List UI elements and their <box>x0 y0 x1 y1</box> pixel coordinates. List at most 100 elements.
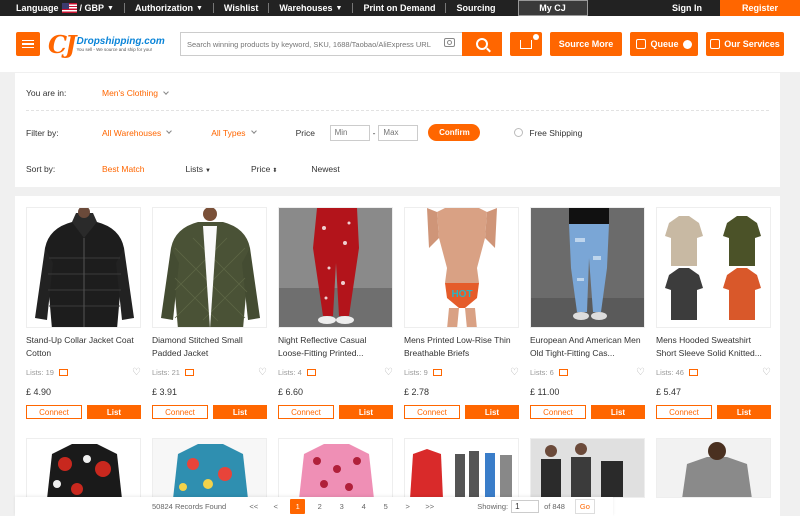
camera-icon[interactable] <box>444 38 455 47</box>
connect-button[interactable]: Connect <box>26 405 82 419</box>
heart-icon[interactable]: ♡ <box>510 367 519 378</box>
product-name[interactable]: Stand-Up Collar Jacket Coat Cotton <box>26 334 141 360</box>
price-max-input[interactable] <box>378 124 419 141</box>
product-price: £ 3.91 <box>152 387 178 397</box>
product-name[interactable]: Mens Hooded Sweatshirt Short Sleeve Soli… <box>656 334 771 360</box>
search-button[interactable] <box>462 32 502 56</box>
heart-icon[interactable]: ♡ <box>258 367 267 378</box>
product-image[interactable] <box>404 438 519 498</box>
store-icon <box>184 369 194 376</box>
authorization-menu[interactable]: Authorization ▼ <box>125 0 213 16</box>
product-name[interactable]: European And American Men Old Tight-Fitt… <box>530 334 645 360</box>
product-price: £ 11.00 <box>530 387 560 397</box>
product-card[interactable]: HOT Mens Printed Low-Rise Thin Breathabl… <box>404 207 519 419</box>
sort-price[interactable]: Price ⬍ <box>251 164 277 174</box>
price-min-input[interactable] <box>329 124 370 141</box>
free-shipping-option[interactable]: Free Shipping <box>514 128 582 138</box>
product-image[interactable] <box>656 207 771 328</box>
list-button[interactable]: List <box>87 405 141 419</box>
logo[interactable]: CJ Dropshipping.com You sell - We source… <box>48 30 180 59</box>
product-image[interactable] <box>530 438 645 498</box>
heart-icon[interactable]: ♡ <box>762 367 771 378</box>
showing-label: Showing: <box>477 502 509 511</box>
cart-button[interactable] <box>510 32 542 56</box>
list-button[interactable]: List <box>591 405 645 419</box>
sort-lists-label: Lists <box>185 164 204 174</box>
heart-icon[interactable]: ♡ <box>636 367 645 378</box>
product-name[interactable]: Mens Printed Low-Rise Thin Breathable Br… <box>404 334 519 360</box>
product-image[interactable] <box>656 438 771 498</box>
warehouses-dropdown[interactable]: All Warehouses <box>102 128 161 138</box>
last-page-button[interactable]: >> <box>422 499 437 514</box>
chevron-down-icon <box>163 88 169 95</box>
product-card[interactable]: Stand-Up Collar Jacket Coat Cotton Lists… <box>26 207 141 419</box>
free-shipping-radio[interactable] <box>514 128 524 137</box>
print-on-demand-link[interactable]: Print on Demand <box>353 0 445 16</box>
language-menu[interactable]: Language / GBP ▼ <box>0 0 124 16</box>
product-image[interactable] <box>530 207 645 328</box>
product-price: £ 4.90 <box>26 387 52 397</box>
page-4[interactable]: 4 <box>356 499 371 514</box>
product-name[interactable]: Night Reflective Casual Loose-Fitting Pr… <box>278 334 393 360</box>
queue-button[interactable]: Queue <box>630 32 698 56</box>
list-button[interactable]: List <box>339 405 393 419</box>
category-dropdown[interactable]: Men's Clothing <box>102 88 158 98</box>
product-image[interactable] <box>152 207 267 328</box>
records-found: 50824 Records Found <box>152 502 227 511</box>
heart-icon[interactable]: ♡ <box>384 367 393 378</box>
connect-button[interactable]: Connect <box>278 405 334 419</box>
go-button[interactable]: Go <box>574 499 595 514</box>
sort-lists[interactable]: Lists ▼ <box>186 164 211 174</box>
connect-button[interactable]: Connect <box>656 405 712 419</box>
page-5[interactable]: 5 <box>378 499 393 514</box>
product-image[interactable] <box>26 207 141 328</box>
page-2[interactable]: 2 <box>312 499 327 514</box>
product-card[interactable]: Mens Hooded Sweatshirt Short Sleeve Soli… <box>656 207 771 419</box>
first-page-button[interactable]: << <box>246 499 261 514</box>
sort-newest[interactable]: Newest <box>311 164 339 174</box>
product-image[interactable] <box>278 438 393 498</box>
source-more-button[interactable]: Source More <box>550 32 622 56</box>
search-input[interactable] <box>180 32 462 56</box>
sourcing-link[interactable]: Sourcing <box>446 0 505 16</box>
page-3[interactable]: 3 <box>334 499 349 514</box>
our-services-button[interactable]: Our Services <box>706 32 784 56</box>
total-pages: of 848 <box>544 502 565 511</box>
product-card[interactable]: Night Reflective Casual Loose-Fitting Pr… <box>278 207 393 419</box>
product-image[interactable] <box>278 207 393 328</box>
product-lists-count: Lists: 21 <box>152 368 180 377</box>
types-dropdown[interactable]: All Types <box>211 128 245 138</box>
next-page-button[interactable]: > <box>400 499 415 514</box>
logo-name: Dropshipping.com <box>76 36 165 47</box>
sort-best-match[interactable]: Best Match <box>102 164 145 174</box>
product-card[interactable]: Diamond Stitched Small Padded Jacket Lis… <box>152 207 267 419</box>
product-name[interactable]: Diamond Stitched Small Padded Jacket <box>152 334 267 360</box>
category-menu-button[interactable] <box>16 32 40 56</box>
list-button[interactable]: List <box>213 405 267 419</box>
product-price: £ 2.78 <box>404 387 430 397</box>
page-1[interactable]: 1 <box>290 499 306 514</box>
product-image[interactable] <box>152 438 267 498</box>
currency-label: / GBP <box>79 3 105 13</box>
heart-icon[interactable]: ♡ <box>132 367 141 378</box>
connect-button[interactable]: Connect <box>530 405 586 419</box>
my-cj-button[interactable]: My CJ <box>517 0 588 16</box>
filter-panel: You are in: Men's Clothing Filter by: Al… <box>15 73 780 187</box>
divider <box>26 110 769 111</box>
store-icon <box>58 369 68 376</box>
list-button[interactable]: List <box>465 405 519 419</box>
warehouses-menu[interactable]: Warehouses ▼ <box>269 0 352 16</box>
wishlist-link[interactable]: Wishlist <box>214 0 268 16</box>
product-lists-count: Lists: 46 <box>656 368 684 377</box>
product-image[interactable] <box>26 438 141 498</box>
page-number-input[interactable] <box>511 500 540 513</box>
prev-page-button[interactable]: < <box>268 499 283 514</box>
connect-button[interactable]: Connect <box>404 405 460 419</box>
sign-in-link[interactable]: Sign In <box>654 0 720 16</box>
list-button[interactable]: List <box>717 405 771 419</box>
connect-button[interactable]: Connect <box>152 405 208 419</box>
confirm-button[interactable]: Confirm <box>428 124 481 141</box>
product-image[interactable]: HOT <box>404 207 519 328</box>
register-button[interactable]: Register <box>720 0 800 16</box>
product-card[interactable]: European And American Men Old Tight-Fitt… <box>530 207 645 419</box>
